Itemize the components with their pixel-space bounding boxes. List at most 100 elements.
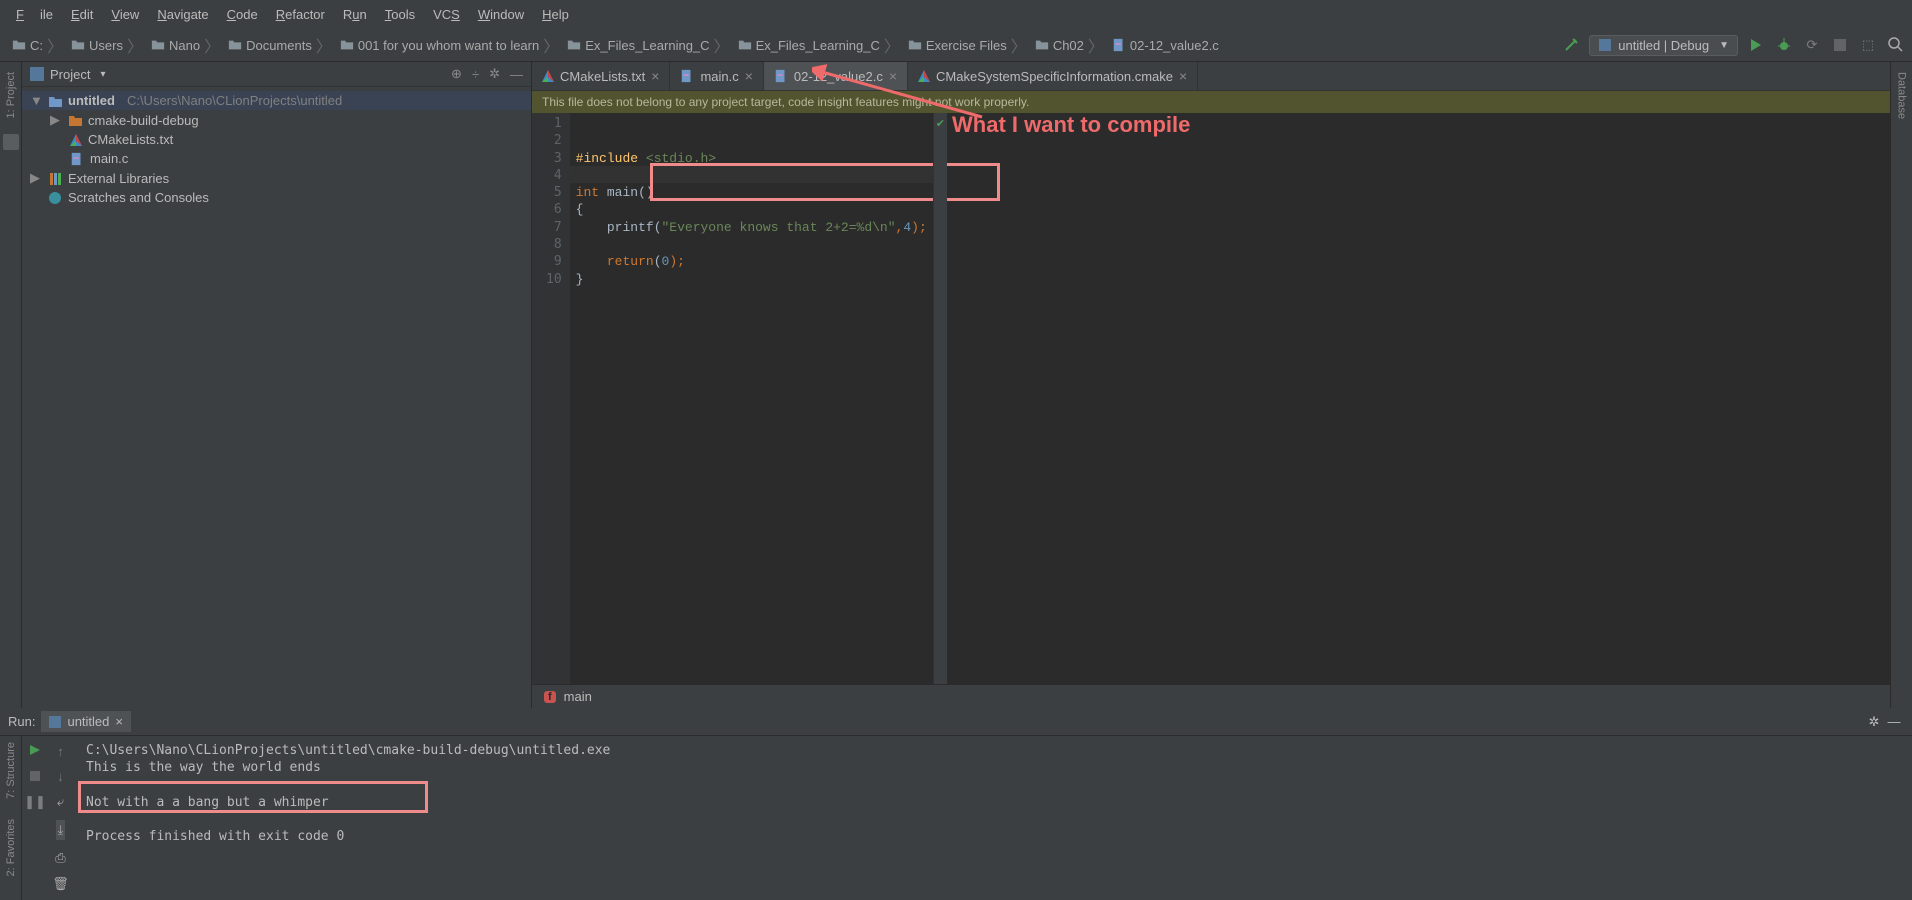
run-actions-secondary: ↑ ↓ ⤶ ⤓ ⎙ 🗑 xyxy=(48,736,74,900)
cmake-icon xyxy=(542,70,554,82)
crumb-nano: Nano xyxy=(145,38,202,53)
breadcrumb-bar: f main xyxy=(532,684,1890,708)
attach-debugger-icon[interactable]: ⟳ xyxy=(1802,35,1822,55)
project-tree[interactable]: ▼ untitled C:\Users\Nano\CLionProjects\u… xyxy=(22,87,531,211)
menu-navigate[interactable]: Navigate xyxy=(149,3,216,26)
up-icon[interactable]: ↑ xyxy=(57,744,64,759)
menu-file[interactable]: File xyxy=(8,3,61,26)
left-tool-strip-lower: 7: Structure 2: Favorites xyxy=(0,736,22,900)
panel-title: Project xyxy=(50,67,90,82)
project-tool-window: Project ▾ ⊕ ÷ ✲ — ▼ untitled C:\Users\Na… xyxy=(22,62,532,708)
tree-external-libs[interactable]: ▶ External Libraries xyxy=(22,168,531,188)
tab-mainc[interactable]: main.c× xyxy=(670,62,763,90)
tab-cmakesys[interactable]: CMakeSystemSpecificInformation.cmake× xyxy=(908,62,1198,90)
tree-cmakelists[interactable]: CMakeLists.txt xyxy=(22,130,531,149)
tab-value2[interactable]: 02-12_value2.c× xyxy=(764,62,908,90)
run-actions-primary: ❚❚ xyxy=(22,736,48,900)
crumb-ch02: Ch02 xyxy=(1029,38,1086,53)
chevron-down-icon[interactable]: ▾ xyxy=(100,69,105,80)
run-config-selector[interactable]: untitled | Debug ▼ xyxy=(1589,35,1738,56)
search-everywhere-icon[interactable] xyxy=(1886,35,1906,55)
console-line: Not with a a bang but a whimper xyxy=(86,795,329,810)
crumb-file: 02-12_value2.c xyxy=(1106,38,1221,53)
menu-vcs[interactable]: VCS xyxy=(425,3,468,26)
hide-icon[interactable]: — xyxy=(510,67,523,82)
close-icon[interactable]: × xyxy=(745,68,753,84)
scroll-end-icon[interactable]: ⤓ xyxy=(56,820,66,840)
debug-button[interactable] xyxy=(1774,35,1794,55)
tool-icon[interactable] xyxy=(3,134,19,150)
tree-cmake-build[interactable]: ▶ cmake-build-debug xyxy=(22,110,531,130)
collapse-icon[interactable]: ÷ xyxy=(472,67,479,82)
gear-icon[interactable]: ✲ xyxy=(1864,712,1884,732)
tool-structure-tab[interactable]: 7: Structure xyxy=(5,742,17,799)
gear-icon[interactable]: ✲ xyxy=(489,66,500,82)
crumb-ex2: Ex_Files_Learning_C xyxy=(732,38,882,53)
project-view-icon xyxy=(30,67,44,81)
code-editor[interactable]: 12345678910 #include <stdio.h> int main(… xyxy=(532,113,1890,684)
tree-mainc[interactable]: main.c xyxy=(22,149,531,168)
crumb-ex1: Ex_Files_Learning_C xyxy=(561,38,711,53)
menu-code[interactable]: Code xyxy=(219,3,266,26)
function-badge-icon: f xyxy=(544,691,556,703)
tree-scratches[interactable]: Scratches and Consoles xyxy=(22,188,531,207)
run-tool-window: Run: untitled × ✲ — 7: Structure 2: Favo… xyxy=(0,708,1912,900)
update-icon[interactable]: ⬚ xyxy=(1858,35,1878,55)
run-config-label: untitled | Debug xyxy=(1618,38,1709,53)
print-icon[interactable]: ⎙ xyxy=(55,850,65,866)
close-icon[interactable]: × xyxy=(1179,68,1187,84)
tree-root[interactable]: ▼ untitled C:\Users\Nano\CLionProjects\u… xyxy=(22,91,531,110)
tab-cmakelists[interactable]: CMakeLists.txt× xyxy=(532,62,670,90)
down-icon[interactable]: ↓ xyxy=(57,769,64,784)
run-tab[interactable]: untitled × xyxy=(41,711,131,732)
menu-help[interactable]: Help xyxy=(534,3,577,26)
target-icon[interactable]: ⊕ xyxy=(451,66,462,82)
build-icon[interactable] xyxy=(1561,35,1581,55)
run-panel-label: Run: xyxy=(8,714,35,729)
menu-refactor[interactable]: Refactor xyxy=(268,3,333,26)
tree-root-path: C:\Users\Nano\CLionProjects\untitled xyxy=(127,93,342,108)
menu-view[interactable]: View xyxy=(103,3,147,26)
crumb-exercise: Exercise Files xyxy=(902,38,1009,53)
console-line: This is the way the world ends xyxy=(86,760,321,775)
libs-icon xyxy=(48,171,62,185)
editor-analysis-gutter: ✔ xyxy=(933,113,947,684)
menu-edit[interactable]: Edit xyxy=(63,3,101,26)
tool-favorites-tab[interactable]: 2: Favorites xyxy=(5,819,17,876)
breadcrumb[interactable]: C:〉 Users〉 Nano〉 Documents〉 001 for you … xyxy=(6,33,1561,57)
configuration-icon xyxy=(1598,38,1612,52)
navigation-toolbar: C:〉 Users〉 Nano〉 Documents〉 001 for you … xyxy=(0,29,1912,62)
pause-button[interactable]: ❚❚ xyxy=(24,794,46,810)
folder-icon xyxy=(68,113,82,127)
close-icon[interactable]: × xyxy=(115,714,123,729)
tree-root-name: untitled xyxy=(68,93,115,108)
close-icon[interactable]: × xyxy=(651,68,659,84)
tool-database-tab[interactable]: Database xyxy=(1896,66,1908,125)
stop-button[interactable] xyxy=(30,769,40,784)
c-file-icon xyxy=(774,69,788,83)
code-content[interactable]: #include <stdio.h> int main() { printf("… xyxy=(570,113,933,684)
main-menu-bar: File Edit View Navigate Code Refactor Ru… xyxy=(0,0,1912,29)
run-button[interactable] xyxy=(1746,35,1766,55)
crumb-documents: Documents xyxy=(222,38,314,53)
menu-window[interactable]: Window xyxy=(470,3,532,26)
crumb-users: Users xyxy=(65,38,125,53)
cmake-icon xyxy=(70,134,82,146)
close-icon[interactable]: × xyxy=(889,68,897,84)
console-output[interactable]: C:\Users\Nano\CLionProjects\untitled\cma… xyxy=(74,736,1912,900)
crumb-c: C: xyxy=(6,38,45,53)
menu-tools[interactable]: Tools xyxy=(377,3,423,26)
soft-wrap-icon[interactable]: ⤶ xyxy=(57,794,64,810)
line-number-gutter: 12345678910 xyxy=(532,113,570,684)
crumb-001: 001 for you whom want to learn xyxy=(334,38,541,53)
stop-button[interactable] xyxy=(1830,35,1850,55)
hide-icon[interactable]: — xyxy=(1884,712,1904,732)
clear-icon[interactable]: 🗑 xyxy=(52,876,69,892)
configuration-icon xyxy=(49,716,61,728)
editor-tabs: CMakeLists.txt× main.c× 02-12_value2.c× … xyxy=(532,62,1890,91)
tool-project-tab[interactable]: 1: Project xyxy=(5,66,17,124)
console-line: C:\Users\Nano\CLionProjects\untitled\cma… xyxy=(86,743,610,758)
scratches-icon xyxy=(48,191,62,205)
rerun-button[interactable] xyxy=(29,744,41,759)
menu-run[interactable]: Run xyxy=(335,3,375,26)
